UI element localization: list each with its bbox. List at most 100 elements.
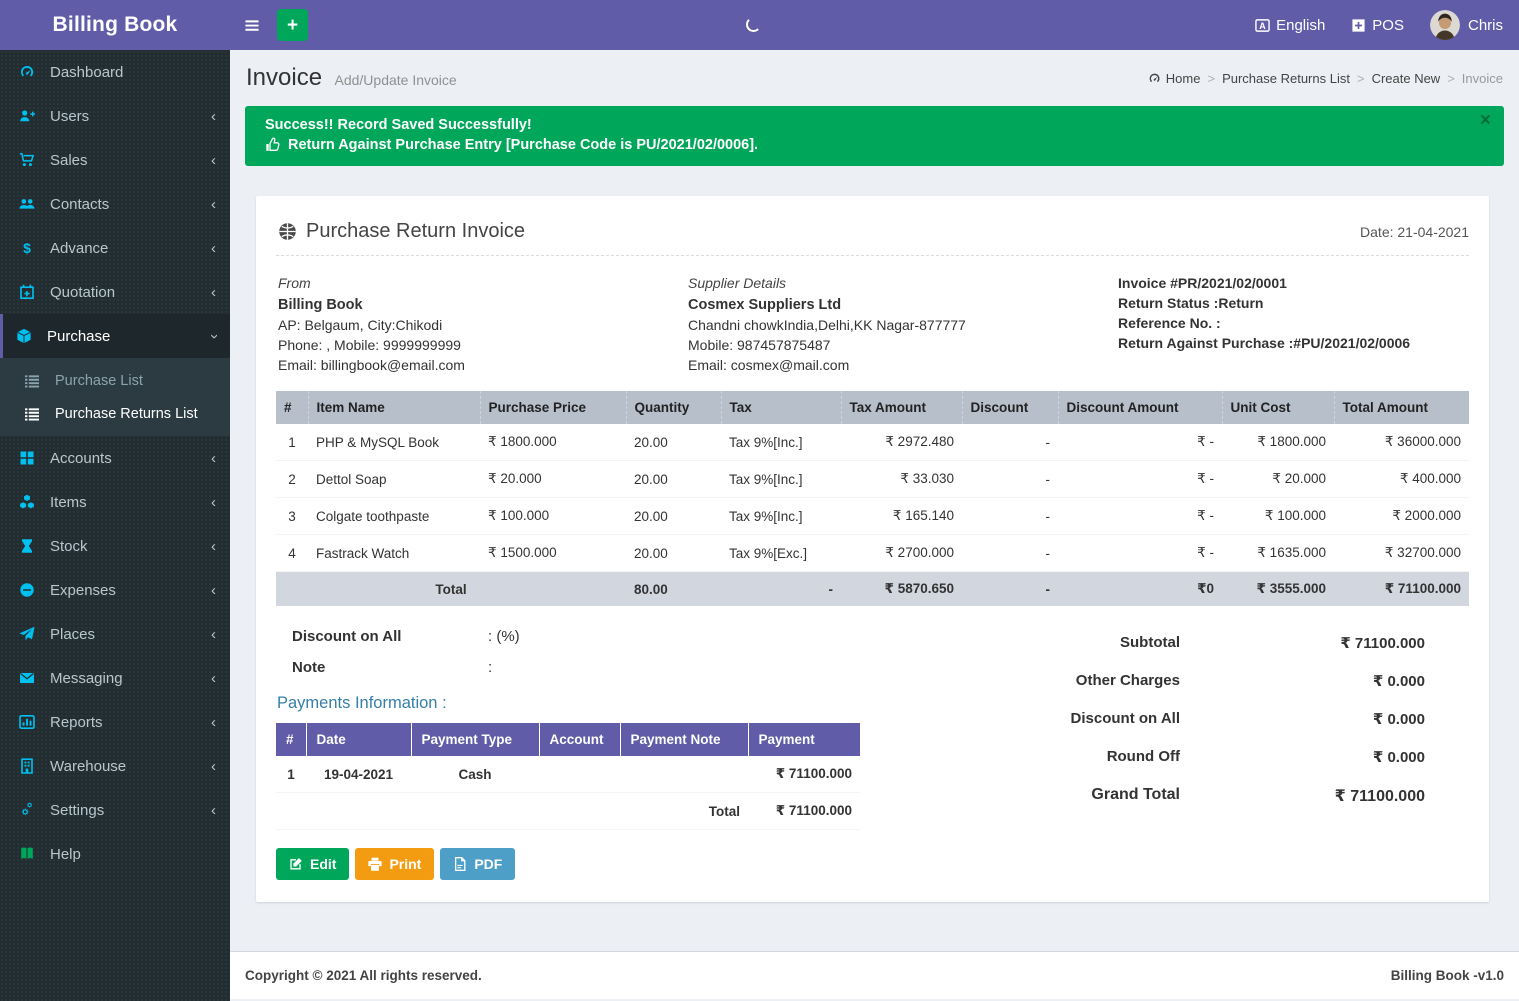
sidebar-toggle-button[interactable] [230, 0, 274, 50]
chevron-left-icon: ‹ [211, 451, 216, 466]
sidebar-item-settings[interactable]: Settings‹ [0, 788, 230, 832]
total-cell: ₹ 5870.650 [841, 572, 962, 607]
sidebar-item-label: Settings [50, 802, 104, 819]
print-button[interactable]: Print [355, 848, 434, 880]
avatar [1430, 10, 1460, 40]
cell: ₹ - [1058, 461, 1222, 498]
language-menu[interactable]: A English [1255, 17, 1325, 34]
cell [539, 756, 620, 793]
sidebar-item-expenses[interactable]: Expenses‹ [0, 568, 230, 612]
sidebar-item-quotation[interactable]: Quotation ‹ [0, 270, 230, 314]
hourglass-icon [19, 538, 35, 554]
sidebar-item-purchase[interactable]: Purchase‹ [0, 314, 230, 358]
cell: ₹ 1800.000 [480, 424, 626, 461]
copyright-text: Copyright © 2021 All rights reserved. [245, 968, 482, 983]
sidebar-item-label: Help [50, 846, 81, 863]
cell: ₹ 100.000 [480, 498, 626, 535]
breadcrumb-invoice: Invoice [1462, 71, 1503, 86]
payments-total-row: Total₹ 71100.000 [276, 793, 860, 830]
app-logo[interactable]: Billing Book [0, 0, 230, 50]
dashboard-icon [1148, 72, 1161, 85]
sidebar-item-contacts[interactable]: Contacts‹ [0, 182, 230, 226]
invoice-card: Purchase Return Invoice Date: 21-04-2021… [256, 196, 1489, 902]
col-date: Date [306, 723, 411, 756]
col-discount: Discount [962, 391, 1058, 424]
col-unit-cost: Unit Cost [1222, 391, 1334, 424]
sidebar-item-label: Accounts [50, 450, 112, 467]
col-total-amount: Total Amount [1334, 391, 1469, 424]
sidebar-item-stock[interactable]: Stock ‹ [0, 524, 230, 568]
cell: 20.00 [626, 498, 721, 535]
breadcrumb-create-new[interactable]: Create New [1372, 71, 1441, 86]
cell: ₹ - [1058, 424, 1222, 461]
cell: 19-04-2021 [306, 756, 411, 793]
quick-add-button[interactable]: + [277, 9, 308, 41]
chevron-left-icon: ‹ [211, 495, 216, 510]
sidebar-item-label: Warehouse [50, 758, 126, 775]
col-payment-note: Payment Note [620, 723, 748, 756]
user-name: Chris [1468, 17, 1503, 34]
sidebar-item-places[interactable]: Places‹ [0, 612, 230, 656]
pdf-button[interactable]: PDF [440, 848, 515, 880]
discount-on-all-row: Discount on All : (%) [292, 628, 896, 645]
svg-text:$: $ [23, 240, 31, 256]
table-row: 4Fastrack Watch₹ 1500.00020.00Tax 9%[Exc… [276, 535, 1469, 572]
sidebar-item-messaging[interactable]: Messaging‹ [0, 656, 230, 700]
sidebar-item-label: Places [50, 626, 95, 643]
cell: ₹ 400.000 [1334, 461, 1469, 498]
invoice-summary: Subtotal₹ 71100.000Other Charges₹ 0.000D… [1039, 622, 1469, 880]
action-buttons: EditPrintPDF [276, 848, 896, 880]
list-icon [24, 373, 40, 389]
sidebar-item-advance[interactable]: $Advance‹ [0, 226, 230, 270]
col-discount-amount: Discount Amount [1058, 391, 1222, 424]
breadcrumb-home[interactable]: Home [1148, 71, 1201, 86]
summary-discount-on-all: Discount on All₹ 0.000 [1039, 710, 1425, 728]
chevron-left-icon: ‹ [211, 153, 216, 168]
sidebar-item-warehouse[interactable]: Warehouse‹ [0, 744, 230, 788]
sidebar-item-label: Stock [50, 538, 88, 555]
col-payment-type: Payment Type [411, 723, 539, 756]
cell: ₹ 33.030 [841, 461, 962, 498]
dollar-icon: $ [19, 240, 35, 256]
cell: - [962, 498, 1058, 535]
sidebar-item-label: Items [50, 494, 87, 511]
user-menu[interactable]: Chris [1430, 10, 1503, 40]
sidebar-item-label: Quotation [50, 284, 115, 301]
cell: PHP & MySQL Book [308, 424, 480, 461]
sidebar-item-accounts[interactable]: Accounts ‹ [0, 436, 230, 480]
chevron-left-icon: ‹ [211, 285, 216, 300]
col-item-name: Item Name [308, 391, 480, 424]
grid-icon [19, 450, 35, 466]
cell: Dettol Soap [308, 461, 480, 498]
alert-close-button[interactable]: × [1480, 111, 1491, 130]
cube-icon [16, 328, 32, 344]
sidebar-item-items[interactable]: Items ‹ [0, 480, 230, 524]
sidebar-item-sales[interactable]: Sales‹ [0, 138, 230, 182]
col-account: Account [539, 723, 620, 756]
sidebar-item-reports[interactable]: Reports‹ [0, 700, 230, 744]
cell: 20.00 [626, 535, 721, 572]
sidebar-item-purchase-list[interactable]: Purchase List [0, 364, 230, 397]
cell: 4 [276, 535, 308, 572]
sidebar-item-users[interactable]: Users‹ [0, 94, 230, 138]
breadcrumb: Home>Purchase Returns List>Create New>In… [1148, 71, 1503, 86]
purchase-submenu: Purchase List Purchase Returns List [0, 358, 230, 436]
sidebar-item-label: Purchase List [55, 373, 143, 389]
sidebar-item-dashboard[interactable]: Dashboard [0, 50, 230, 94]
cell: - [962, 461, 1058, 498]
users-icon [19, 108, 35, 124]
chevron-left-icon: ‹ [211, 109, 216, 124]
payments-total-value: ₹ 71100.000 [748, 793, 860, 830]
pos-button[interactable]: POS [1351, 17, 1404, 34]
col-payment: Payment [748, 723, 860, 756]
sidebar-item-purchase-returns-list[interactable]: Purchase Returns List [0, 397, 230, 430]
sidebar-item-help[interactable]: Help [0, 832, 230, 876]
breadcrumb-separator: > [1357, 71, 1365, 86]
col-: # [276, 391, 308, 424]
cell: ₹ - [1058, 498, 1222, 535]
total-cell: ₹ 3555.000 [1222, 572, 1334, 607]
cell: ₹ 20.000 [480, 461, 626, 498]
edit-button[interactable]: Edit [276, 848, 349, 880]
breadcrumb-purchase-returns-list[interactable]: Purchase Returns List [1222, 71, 1350, 86]
chevron-left-icon: ‹ [211, 539, 216, 554]
